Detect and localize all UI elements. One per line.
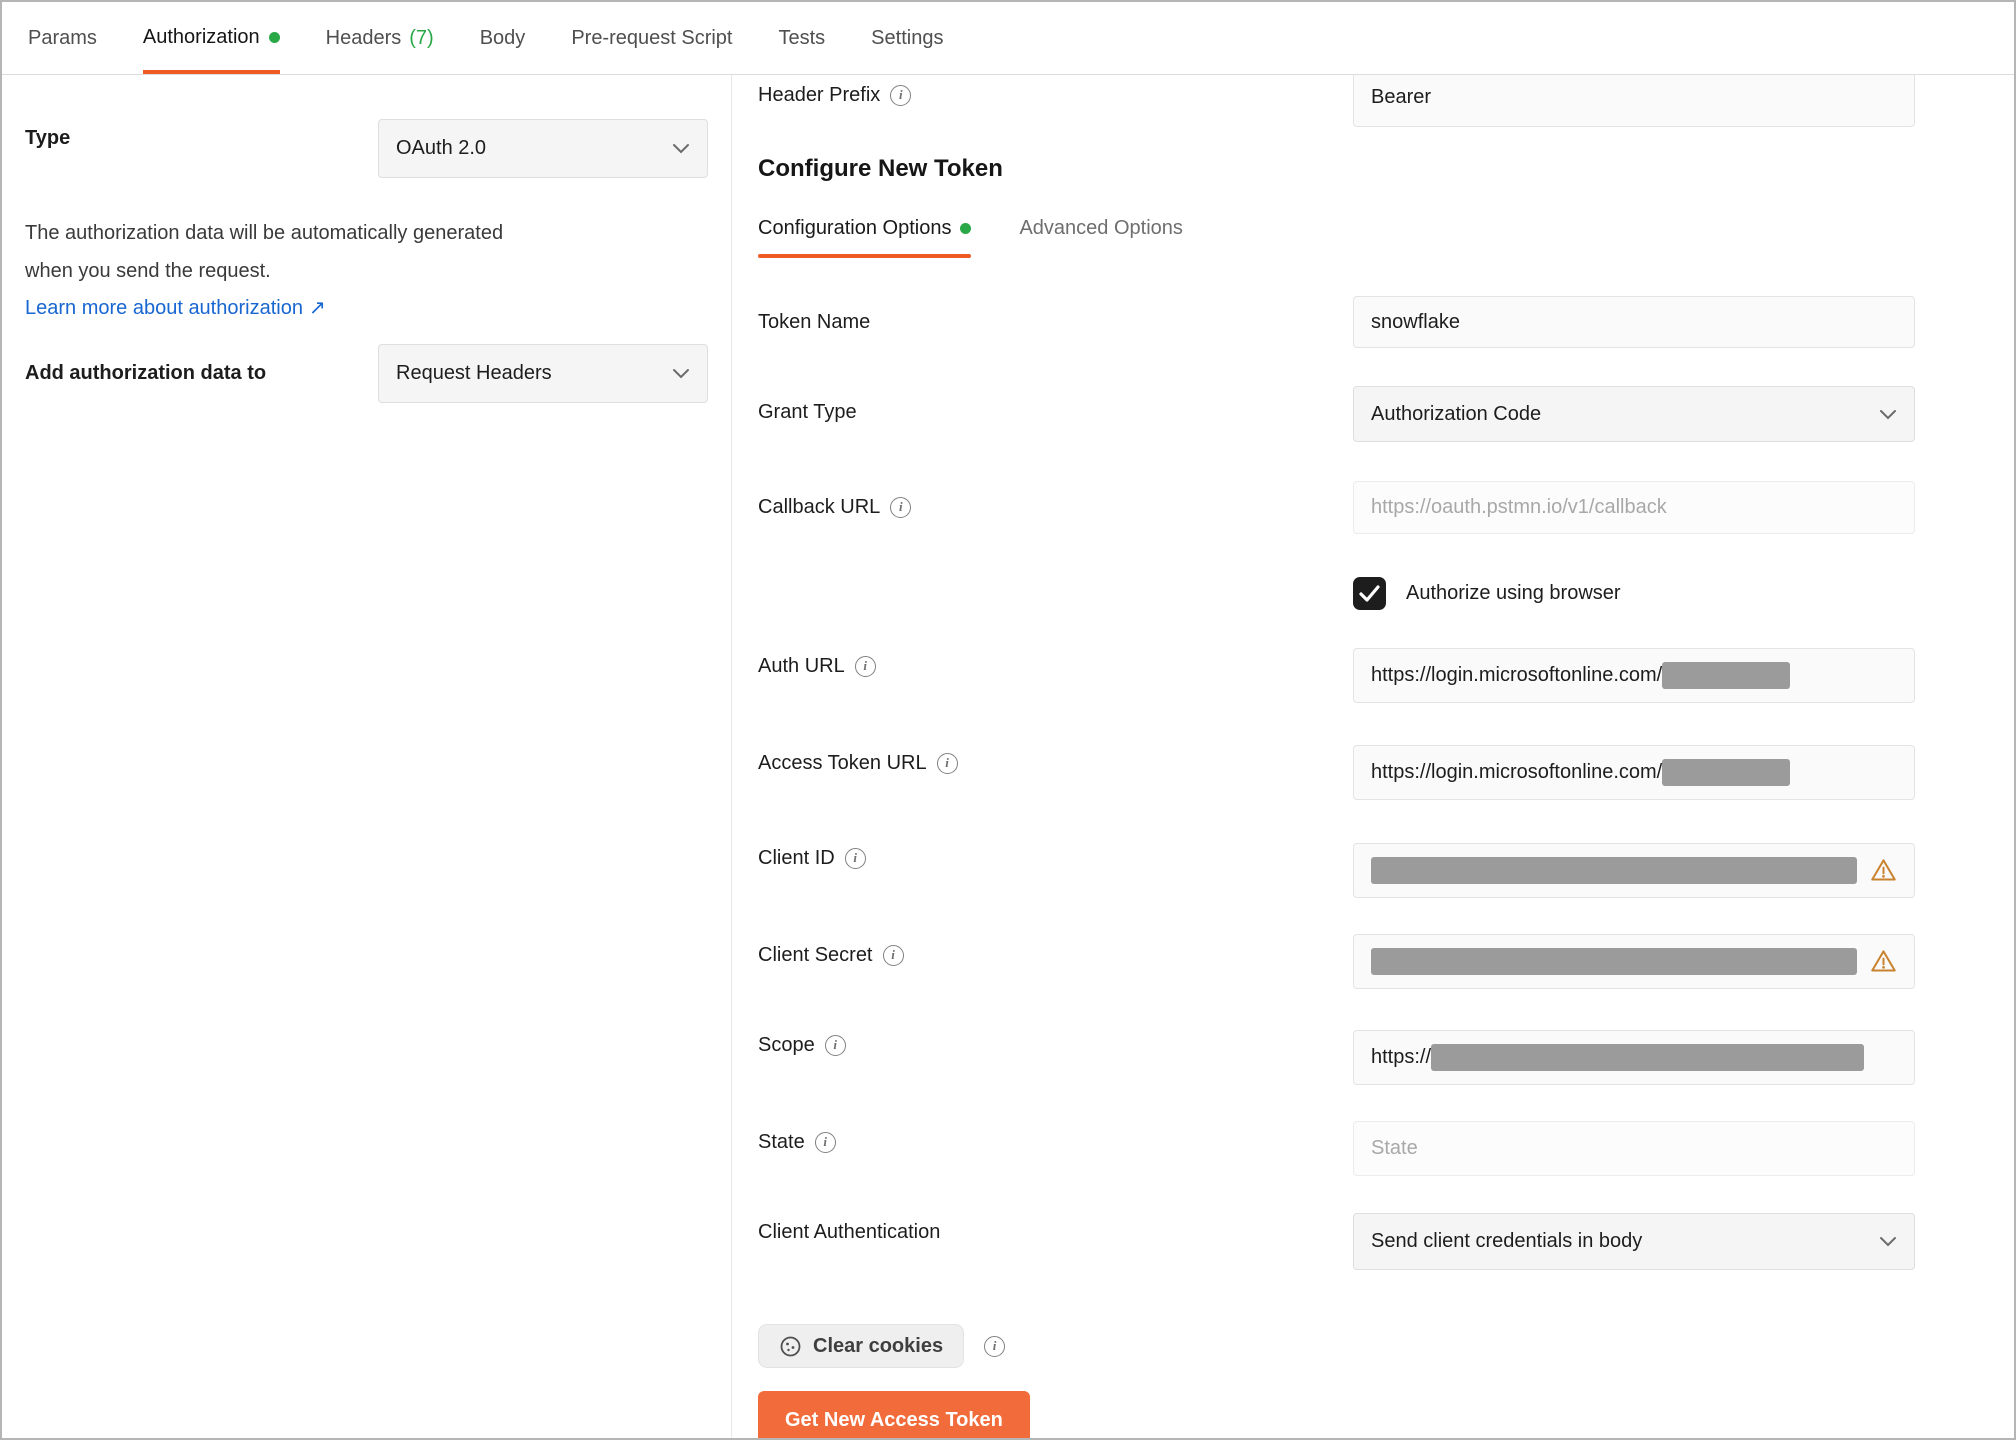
token-config-subtabs: Configuration Options Advanced Options <box>758 217 1183 258</box>
authorize-browser-checkbox[interactable] <box>1353 577 1386 610</box>
auth-type-value: OAuth 2.0 <box>396 137 487 159</box>
type-label: Type <box>25 127 71 149</box>
auth-url-value: https://login.microsoftonline.com/ <box>1371 664 1663 686</box>
request-editor: Params Authorization Headers (7) Body Pr… <box>0 0 2016 1440</box>
request-tabbar: Params Authorization Headers (7) Body Pr… <box>2 2 2014 75</box>
callback-url-input[interactable] <box>1353 481 1915 534</box>
cookie-icon <box>780 1336 801 1356</box>
grant-type-select[interactable]: Authorization Code <box>1353 386 1915 442</box>
callback-url-label: Callback URL <box>758 493 912 521</box>
info-icon[interactable] <box>844 847 866 869</box>
tab-params-label: Params <box>28 26 97 49</box>
client-secret-input[interactable] <box>1353 934 1915 989</box>
clear-cookies-button[interactable]: Clear cookies <box>758 1324 965 1368</box>
configure-new-token-heading: Configure New Token <box>758 155 1003 182</box>
tab-settings[interactable]: Settings <box>871 2 943 74</box>
oauth-config-pane: Header Prefix Configure New Token Config… <box>733 75 2014 1438</box>
scope-value: https:// <box>1371 1046 1432 1068</box>
header-prefix-label: Header Prefix <box>758 81 912 109</box>
auth-description-line1: The authorization data will be automatic… <box>25 222 504 244</box>
access-token-url-value: https://login.microsoftonline.com/ <box>1371 761 1663 783</box>
green-status-dot <box>960 223 972 234</box>
grant-type-label: Grant Type <box>758 401 857 423</box>
redacted-value <box>1371 948 1857 975</box>
external-link-arrow-icon: ↗ <box>308 297 326 319</box>
info-icon[interactable] <box>854 655 876 677</box>
auth-url-label: Auth URL <box>758 652 876 680</box>
auth-type-pane: Type OAuth 2.0 The authorization data wi… <box>2 75 732 1438</box>
tab-headers[interactable]: Headers (7) <box>326 2 434 74</box>
info-icon[interactable] <box>824 1034 846 1056</box>
token-name-input[interactable] <box>1353 296 1915 348</box>
tab-tests-label: Tests <box>778 26 826 49</box>
info-icon[interactable] <box>882 944 904 966</box>
chevron-down-icon <box>673 369 689 379</box>
auth-url-input[interactable]: https://login.microsoftonline.com/ <box>1353 648 1915 703</box>
redacted-value <box>1662 662 1791 689</box>
info-icon[interactable] <box>890 496 912 518</box>
access-token-url-label: Access Token URL <box>758 749 958 777</box>
tab-body-label: Body <box>479 26 526 49</box>
tab-tests[interactable]: Tests <box>778 2 825 74</box>
tab-authorization-label: Authorization <box>142 26 260 48</box>
redacted-value <box>1371 857 1857 884</box>
auth-type-select[interactable]: OAuth 2.0 <box>378 119 708 178</box>
state-input[interactable] <box>1353 1121 1915 1176</box>
warning-icon[interactable] <box>1870 948 1897 975</box>
tab-authorization[interactable]: Authorization <box>142 2 280 74</box>
access-token-url-input[interactable]: https://login.microsoftonline.com/ <box>1353 745 1915 800</box>
redacted-value <box>1662 759 1791 786</box>
clear-cookies-row: Clear cookies <box>758 1324 1006 1368</box>
grant-type-value: Authorization Code <box>1371 402 1542 425</box>
client-authentication-value: Send client credentials in body <box>1371 1230 1643 1252</box>
add-auth-data-to-value: Request Headers <box>396 362 552 384</box>
headers-count-badge: (7) <box>409 26 434 49</box>
client-id-input[interactable] <box>1353 843 1915 898</box>
tab-advanced-options[interactable]: Advanced Options <box>1019 217 1182 258</box>
auth-description-line2: when you send the request. <box>25 260 271 282</box>
learn-more-link[interactable]: Learn more about authorization ↗ <box>25 295 326 320</box>
auth-description: The authorization data will be automatic… <box>25 214 503 290</box>
client-authentication-label: Client Authentication <box>758 1221 941 1243</box>
client-id-label: Client ID <box>758 844 866 872</box>
tab-prerequest-label: Pre-request Script <box>571 26 733 49</box>
chevron-down-icon <box>1880 409 1896 419</box>
add-auth-data-to-label: Add authorization data to <box>25 362 267 384</box>
tab-configuration-options[interactable]: Configuration Options <box>758 217 972 258</box>
client-authentication-select[interactable]: Send client credentials in body <box>1353 1213 1915 1270</box>
scope-label: Scope <box>758 1031 846 1059</box>
state-label: State <box>758 1128 836 1156</box>
client-secret-label: Client Secret <box>758 941 904 969</box>
tab-body[interactable]: Body <box>480 2 526 74</box>
add-auth-data-to-select[interactable]: Request Headers <box>378 344 708 403</box>
redacted-value <box>1431 1044 1865 1071</box>
authorize-browser-row: Authorize using browser <box>1353 577 1621 610</box>
chevron-down-icon <box>673 144 689 154</box>
header-prefix-input[interactable] <box>1353 75 1915 127</box>
green-status-dot <box>268 32 280 43</box>
learn-more-label: Learn more about authorization <box>25 297 303 319</box>
info-icon[interactable] <box>814 1131 836 1153</box>
info-icon[interactable] <box>936 752 958 774</box>
info-icon[interactable] <box>984 1335 1006 1357</box>
chevron-down-icon <box>1880 1237 1896 1247</box>
tab-settings-label: Settings <box>871 26 944 49</box>
scope-input[interactable]: https:// <box>1353 1030 1915 1085</box>
info-icon[interactable] <box>890 84 912 106</box>
checkmark-icon <box>1359 585 1380 602</box>
tab-prerequest-script[interactable]: Pre-request Script <box>571 2 732 74</box>
tab-headers-label: Headers <box>325 26 402 49</box>
warning-icon[interactable] <box>1870 857 1897 884</box>
token-name-label: Token Name <box>758 311 871 333</box>
authorize-browser-label[interactable]: Authorize using browser <box>1406 582 1621 605</box>
get-new-access-token-button[interactable]: Get New Access Token <box>758 1391 1030 1438</box>
tab-params[interactable]: Params <box>28 2 97 74</box>
